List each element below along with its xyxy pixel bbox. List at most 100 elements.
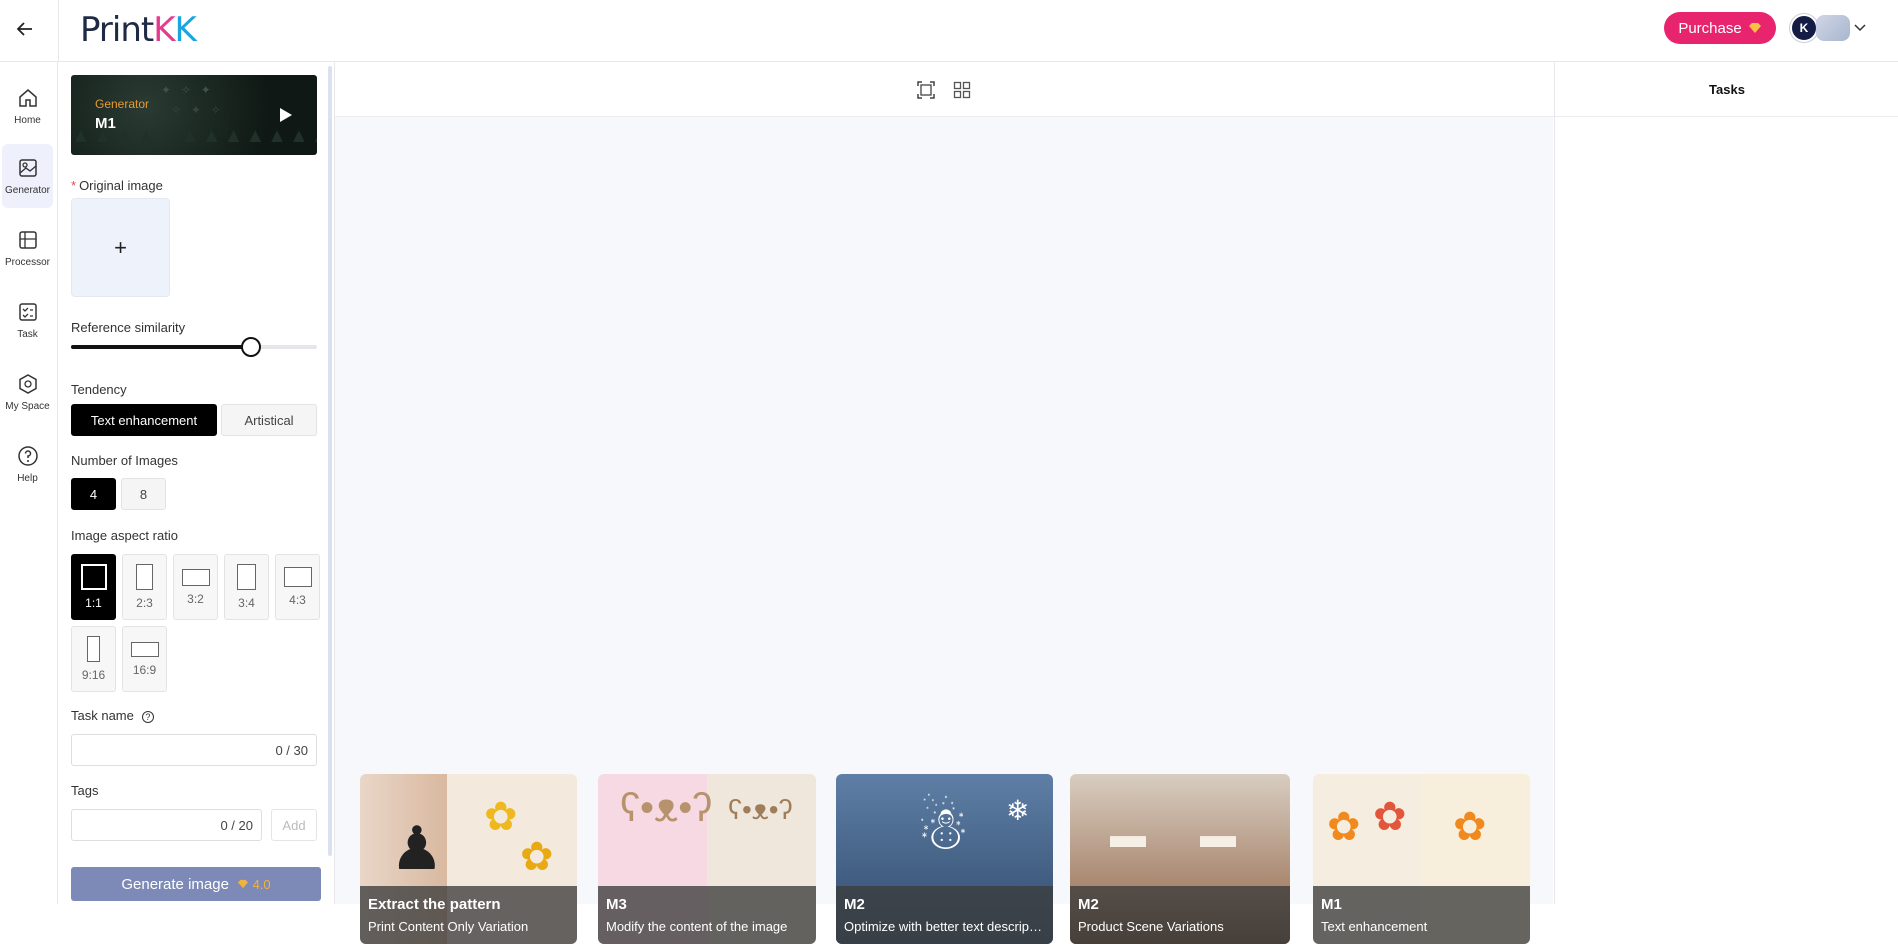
original-image-label: * Original image [71, 178, 163, 193]
tendency-text-enhancement[interactable]: Text enhancement [71, 404, 217, 436]
card-title: M1 [1321, 896, 1342, 913]
upload-image-button[interactable]: + [71, 198, 170, 297]
ratio-landscape-icon [181, 568, 210, 586]
top-bar: PrintKK Purchase K [0, 0, 1898, 62]
account-menu[interactable]: K [1790, 13, 1870, 43]
card-caption: M2 Optimize with better text description [836, 886, 1053, 944]
sunflower-icon: ✿ [484, 795, 518, 839]
nav-item-generator[interactable]: Generator [2, 144, 53, 208]
ratio-portrait-icon [237, 564, 256, 590]
generator-panel: ✦ ✧ ✦ ✧ ✦ ✧ ▲▲▲▲▲▲▲▲▲▲▲▲ Generator M1 * O… [59, 62, 332, 904]
logo[interactable]: PrintKK [80, 10, 197, 50]
model-banner[interactable]: ✦ ✧ ✦ ✧ ✦ ✧ ▲▲▲▲▲▲▲▲▲▲▲▲ Generator M1 [71, 75, 317, 155]
banner-model: M1 [95, 115, 116, 132]
char-counter: 0 / 20 [220, 817, 253, 833]
generator-icon [18, 158, 37, 177]
template-card[interactable]: ʕ•ᴥ•ʔ ʕ•ᴥ•ʔ M3 Modify the content of the… [598, 774, 816, 944]
ratio-label: 16:9 [132, 662, 157, 677]
aspect-ratio-1-1[interactable]: 1:1 [71, 554, 116, 620]
pillow-icon: ▬ [1200, 814, 1236, 855]
tendency-label: Tendency [71, 382, 127, 397]
ratio-label: 3:2 [187, 591, 204, 606]
ratio-portrait-icon [87, 636, 100, 662]
card-caption: M1 Text enhancement [1313, 886, 1530, 944]
nav-label: My Space [5, 400, 50, 412]
ratio-label: 9:16 [81, 668, 106, 682]
nav-label: Task [17, 328, 38, 340]
flower-icon: ✿ [1453, 805, 1487, 849]
task-name-label: Task name? [71, 708, 154, 723]
ratio-label: 2:3 [136, 596, 153, 610]
left-nav: Home Generator Processor Task My Space H… [0, 62, 58, 904]
tags-input[interactable]: 0 / 20 [71, 809, 262, 841]
reference-similarity-slider[interactable] [71, 337, 317, 357]
image-aspect-ratio-label: Image aspect ratio [71, 528, 178, 543]
generate-cost: 4.0 [237, 877, 271, 892]
aspect-ratio-16-9[interactable]: 16:9 [122, 626, 167, 692]
sunflower-icon: ✿ [520, 835, 554, 879]
template-card[interactable]: ☃ ❄ M2 Optimize with better text descrip… [836, 774, 1053, 944]
card-title: M2 [844, 896, 865, 913]
card-caption: Extract the pattern Print Content Only V… [360, 886, 577, 944]
purchase-button[interactable]: Purchase [1664, 12, 1776, 44]
template-card[interactable]: ✿ ✿ ♟ Extract the pattern Print Content … [360, 774, 577, 944]
nav-item-home[interactable]: Home [2, 74, 53, 138]
slider-fill [71, 345, 251, 349]
back-button[interactable] [10, 14, 40, 44]
nav-item-help[interactable]: Help [2, 432, 53, 496]
task-name-input[interactable]: 0 / 30 [71, 734, 317, 766]
ratio-landscape-icon [130, 641, 159, 657]
slider-thumb[interactable] [240, 337, 261, 357]
num-images-4[interactable]: 4 [71, 478, 116, 510]
task-icon [18, 302, 37, 321]
fit-screen-button[interactable] [913, 77, 939, 103]
flower-icon: ✿ [1327, 805, 1361, 849]
char-counter: 0 / 30 [275, 742, 308, 758]
aspect-ratio-3-4[interactable]: 3:4 [224, 554, 269, 620]
nav-label: Home [14, 114, 41, 126]
canvas-toolbar [335, 62, 1554, 117]
grid-view-button[interactable] [949, 77, 975, 103]
num-images-8[interactable]: 8 [121, 478, 166, 510]
aspect-ratio-4-3[interactable]: 4:3 [275, 554, 320, 620]
tendency-artistical[interactable]: Artistical [221, 404, 317, 436]
chevron-down-icon [1852, 20, 1868, 36]
reference-similarity-label: Reference similarity [71, 320, 186, 335]
card-subtitle: Product Scene Variations [1078, 919, 1224, 934]
template-card[interactable]: ✿ ✿ ✿ M1 Text enhancement [1313, 774, 1530, 944]
aspect-ratio-2-3[interactable]: 2:3 [122, 554, 167, 620]
ratio-label: 3:4 [238, 596, 255, 610]
snowman-icon: ☃ [916, 795, 970, 862]
aspect-ratio-3-2[interactable]: 3:2 [173, 554, 218, 620]
template-card[interactable]: ▬ ▬ M2 Product Scene Variations [1070, 774, 1290, 944]
diamond-icon [237, 879, 248, 888]
banner-decoration: ✦ ✧ ✦ [161, 83, 214, 97]
nav-label: Help [17, 472, 38, 484]
nav-item-task[interactable]: Task [2, 288, 53, 352]
tasks-title: Tasks [1555, 62, 1898, 117]
aspect-ratio-9-16[interactable]: 9:16 [71, 626, 116, 692]
person-icon: ♟ [390, 815, 444, 882]
generate-label: Generate image [121, 875, 229, 893]
card-caption: M2 Product Scene Variations [1070, 886, 1290, 944]
snowflake-icon: ❄ [1006, 795, 1030, 826]
avatar-secondary [1816, 15, 1850, 41]
nav-item-my-space[interactable]: My Space [2, 360, 53, 424]
add-tag-button[interactable]: Add [271, 809, 317, 841]
generate-image-button[interactable]: Generate image 4.0 [71, 867, 321, 901]
help-icon [17, 445, 38, 466]
panel-scrollbar[interactable] [328, 66, 332, 856]
arrow-left-icon [16, 22, 32, 36]
nav-label: Processor [4, 256, 50, 268]
plus-icon: + [114, 234, 127, 260]
ratio-label: 4:3 [289, 593, 306, 607]
nav-item-processor[interactable]: Processor [2, 216, 53, 280]
tags-label: Tags [71, 783, 99, 798]
bear-icon: ʕ•ᴥ•ʔ [620, 786, 713, 830]
purchase-label: Purchase [1678, 19, 1742, 37]
card-title: M3 [606, 896, 627, 913]
play-icon [280, 108, 292, 122]
question-icon[interactable]: ? [141, 710, 154, 723]
ratio-portrait-icon [136, 564, 153, 590]
my-space-icon [18, 373, 37, 394]
